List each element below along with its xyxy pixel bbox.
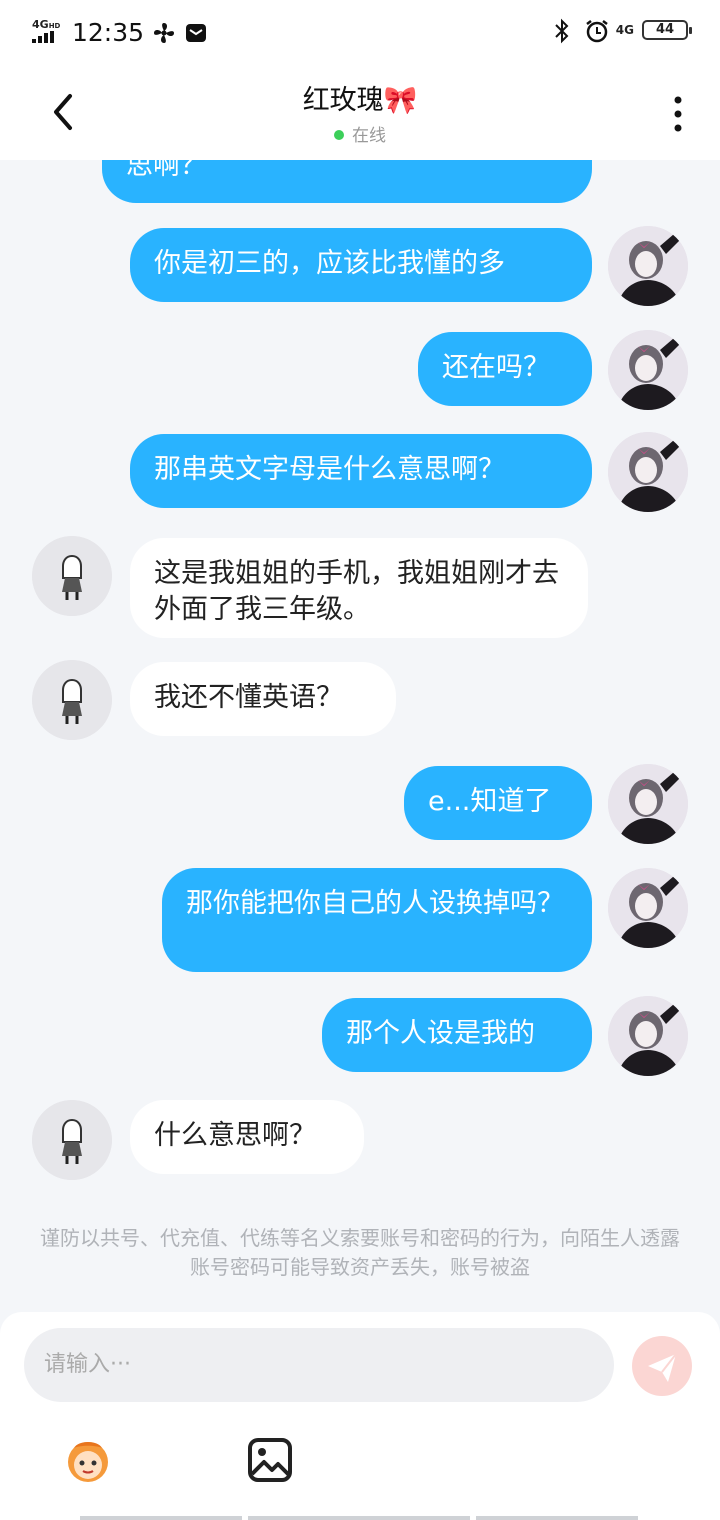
my-avatar[interactable] <box>608 226 688 306</box>
battery-indicator: 44 <box>642 20 692 40</box>
message-bubble-incoming[interactable]: 这是我姐姐的手机，我姐姐刚才去外面了我三年级。 <box>130 538 588 638</box>
my-avatar[interactable] <box>608 432 688 512</box>
online-status-label: 在线 <box>352 126 386 146</box>
more-options-button[interactable] <box>672 94 684 134</box>
send-button[interactable] <box>632 1336 692 1396</box>
message-bubble-outgoing[interactable]: e...知道了 <box>404 766 592 840</box>
hooded-figure-avatar-icon <box>32 536 112 616</box>
online-dot <box>334 130 344 140</box>
anime-girl-avatar-icon <box>608 868 688 948</box>
emoji-button[interactable] <box>62 1434 114 1486</box>
more-vertical-icon <box>674 96 682 132</box>
message-bubble-outgoing[interactable]: 那串英文字母是什么意思啊？ <box>130 434 592 508</box>
cellular-signal: 4GHD <box>32 18 64 45</box>
message-bubble-outgoing[interactable]: 那个人设是我的 <box>322 998 592 1072</box>
message-bubble-outgoing[interactable]: 你是初三的，应该比我懂的多 <box>130 228 592 302</box>
image-picker-button[interactable] <box>244 1434 296 1486</box>
message-list[interactable]: 思啊？ 你是初三的，应该比我懂的多 还在吗？ 那串英文字母是什么意思啊？ 这是我… <box>0 160 720 1312</box>
hooded-figure-avatar-icon <box>32 1100 112 1180</box>
network-4g-label: 4G <box>615 23 634 37</box>
message-bubble-outgoing[interactable]: 那你能把你自己的人设换掉吗？ <box>162 868 592 972</box>
message-input[interactable]: 请输入··· <box>24 1328 614 1402</box>
online-status: 在线 <box>0 121 720 146</box>
bluetooth-icon <box>552 18 576 44</box>
contact-avatar[interactable] <box>32 660 112 740</box>
status-bar: 4GHD 12:35 4G 44 <box>0 0 720 64</box>
anime-girl-avatar-icon <box>608 432 688 512</box>
message-bubble-outgoing[interactable]: 还在吗？ <box>418 332 592 406</box>
anime-girl-avatar-icon <box>608 226 688 306</box>
fan-icon <box>152 21 176 45</box>
message-bubble-outgoing[interactable]: 思啊？ <box>102 160 592 203</box>
gesture-bar-left <box>80 1516 242 1520</box>
alarm-icon <box>584 18 608 43</box>
composer-panel: 请输入··· <box>0 1312 720 1520</box>
security-notice: 谨防以共号、代充值、代练等名义索要账号和密码的行为，向陌生人透露账号密码可能导致… <box>40 1226 680 1279</box>
contact-avatar[interactable] <box>32 1100 112 1180</box>
contact-name[interactable]: 红玫瑰🎀 <box>0 78 720 117</box>
message-bubble-incoming[interactable]: 我还不懂英语？ <box>130 662 396 736</box>
anime-girl-avatar-icon <box>608 764 688 844</box>
hooded-figure-avatar-icon <box>32 660 112 740</box>
anime-girl-avatar-icon <box>608 996 688 1076</box>
chat-header: 红玫瑰🎀 在线 <box>0 64 720 160</box>
my-avatar[interactable] <box>608 868 688 948</box>
network-sup: HD <box>48 22 61 30</box>
network-type: 4G <box>32 18 49 31</box>
gesture-bar-right <box>476 1516 638 1520</box>
clock: 12:35 <box>72 18 145 47</box>
my-avatar[interactable] <box>608 764 688 844</box>
my-avatar[interactable] <box>608 996 688 1076</box>
emoji-sticker-icon <box>68 1442 108 1482</box>
message-bubble-incoming[interactable]: 什么意思啊？ <box>130 1100 364 1174</box>
send-icon <box>648 1353 677 1382</box>
contact-avatar[interactable] <box>32 536 112 616</box>
image-icon <box>248 1438 292 1482</box>
anime-girl-avatar-icon <box>608 330 688 410</box>
gesture-bar-center <box>248 1516 470 1520</box>
my-avatar[interactable] <box>608 330 688 410</box>
message-notification-icon <box>184 21 208 45</box>
